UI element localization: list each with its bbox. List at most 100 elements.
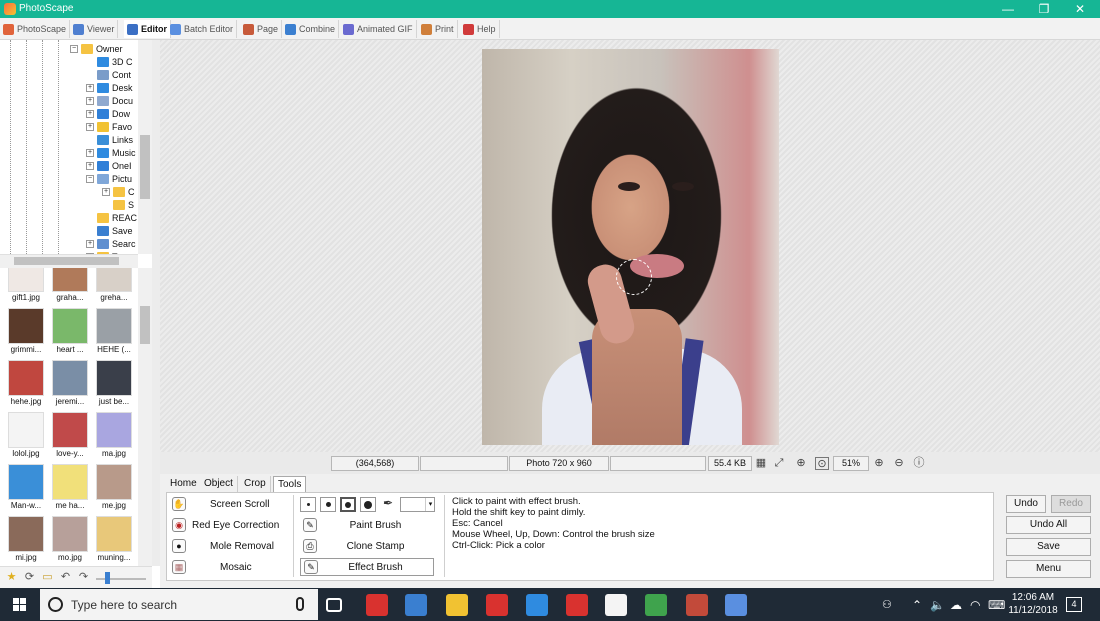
tab-tools[interactable]: Tools [273,476,307,493]
info-icon[interactable]: ⓘ [912,457,926,470]
thumbnail-size-slider-handle[interactable] [105,572,110,584]
tree-node[interactable]: + Docu [86,94,133,107]
tree-expander[interactable]: + [86,96,94,105]
thumbnail-size-slider[interactable] [96,578,146,580]
chrome-icon[interactable] [645,594,667,616]
thumbnail-item[interactable]: lolol.jpg [4,412,48,458]
minimize-button[interactable]: — [988,0,1028,18]
notification-center-icon[interactable]: 4 [1066,597,1082,612]
clone-stamp-tool[interactable]: ⎙ Clone Stamp [300,537,434,555]
folder-icon[interactable]: ▭ [41,571,54,584]
clock[interactable]: 12:06 AM 11/12/2018 [1004,591,1062,617]
tray-chevron-icon[interactable]: ⌃ [912,598,922,612]
tree-node[interactable]: − Pictu [86,172,132,185]
tree-expander[interactable]: + [86,148,94,157]
screen-scroll-tool[interactable]: ✋ Screen Scroll [172,496,269,512]
thumbnail-item[interactable]: mo.jpg [48,516,92,562]
tab-object[interactable]: Object [200,476,238,492]
undo-button[interactable]: Undo [1006,495,1046,513]
tree-node[interactable]: − Owner [70,42,123,55]
redo-button[interactable]: Redo [1051,495,1091,513]
tree-node[interactable]: S [102,198,134,211]
mole-removal-tool[interactable]: ● Mole Removal [172,538,274,554]
mosaic-tool[interactable]: ▦ Mosaic [172,559,252,575]
zoom-fit-icon[interactable]: ⊙ [815,457,829,470]
tree-node[interactable]: + Favo [86,120,132,133]
panel-splitter[interactable] [152,40,160,566]
tree-node[interactable]: Links [86,133,133,146]
thumbnail-item[interactable]: hehe.jpg [4,360,48,406]
tree-node[interactable]: 3D C [86,55,133,68]
tab-batch-editor[interactable]: Batch Editor [167,20,238,38]
edited-photo[interactable] [482,49,779,445]
menu-button[interactable]: Menu [1006,560,1091,578]
tree-expander[interactable]: − [70,44,78,53]
tab-print[interactable]: Print [418,20,458,38]
back-icon[interactable]: ↶ [59,571,72,584]
store-icon[interactable] [405,594,427,616]
tree-expander[interactable]: + [86,122,94,131]
thumbnail-item[interactable]: mi.jpg [4,516,48,562]
tree-expander[interactable]: + [86,161,94,170]
thumbnail-item[interactable]: muning... [92,516,136,562]
mail-icon[interactable] [605,594,627,616]
tree-expander[interactable]: + [86,239,94,248]
microphone-icon[interactable] [296,597,304,611]
save-button[interactable]: Save [1006,538,1091,556]
tree-vertical-scroll-thumb[interactable] [140,135,150,199]
red-app-icon[interactable] [366,594,388,616]
thumbnail-item[interactable]: Man-w... [4,464,48,510]
thumbnail-scroll-thumb[interactable] [140,306,150,344]
close-button[interactable]: ✕ [1060,0,1100,18]
onedrive-icon[interactable]: ☁ [950,598,962,612]
refresh-icon[interactable]: ⟳ [23,571,36,584]
thumbnail-item[interactable]: graha... [48,268,92,302]
thumbnail-item[interactable]: just be... [92,360,136,406]
tree-node[interactable]: + OneI [86,159,132,172]
paint-brush-tool[interactable]: ✎ Paint Brush [300,516,434,534]
color-picker-icon[interactable]: ✒ [383,496,393,510]
thumbnail-item[interactable]: heart ... [48,308,92,354]
file-explorer-icon[interactable] [446,594,468,616]
thumbnail-item[interactable]: gift1.jpg [4,268,48,302]
pdf-icon[interactable] [566,594,588,616]
edge-icon[interactable] [526,594,548,616]
tree-expander[interactable]: + [102,187,110,196]
thumbnail-item[interactable]: greha... [92,268,136,302]
tab-viewer[interactable]: Viewer [70,20,119,38]
effect-select[interactable]: ▾ [400,497,435,512]
brush-size-3[interactable] [340,497,356,512]
wifi-icon[interactable]: ◠ [970,598,980,612]
tree-node[interactable]: Save [86,224,133,237]
tree-expander[interactable]: − [86,174,94,183]
language-icon[interactable]: ⌨ [988,598,1005,612]
tree-node[interactable]: + Searc [86,237,136,250]
maximize-button[interactable]: ❐ [1024,0,1064,18]
tree-node[interactable]: Cont [86,68,131,81]
thumbnail-item[interactable]: jeremi... [48,360,92,406]
tree-expander[interactable]: + [86,109,94,118]
fit-screen-icon[interactable]: ⤢ [772,457,786,470]
thumbnail-item[interactable]: ma.jpg [92,412,136,458]
volume-icon[interactable]: 🔈 [930,598,945,612]
tree-node[interactable]: + C [102,185,135,198]
zoom-in-icon[interactable]: ⊕ [872,457,886,470]
thumbnail-item[interactable]: grimmi... [4,308,48,354]
people-icon[interactable]: ⚇ [882,598,892,611]
zoom-actual-icon[interactable]: ⊕ [794,457,808,470]
tab-editor[interactable]: Editor [124,20,171,38]
tab-help[interactable]: Help [460,20,500,38]
tab-page[interactable]: Page [240,20,283,38]
paint-icon[interactable] [725,594,747,616]
star-icon[interactable]: ★ [5,571,18,584]
tree-node[interactable]: REAC [86,211,137,224]
zoom-out-icon[interactable]: ⊖ [892,457,906,470]
undo-all-button[interactable]: Undo All [1006,516,1091,534]
brush-size-4[interactable] [360,497,376,512]
tree-horizontal-scroll-thumb[interactable] [14,257,119,265]
tree-expander[interactable]: + [86,83,94,92]
tab-crop[interactable]: Crop [240,476,271,492]
task-view-icon[interactable] [326,598,342,612]
thumbnail-item[interactable]: love-y... [48,412,92,458]
tab-photoscape[interactable]: PhotoScape [0,20,71,38]
